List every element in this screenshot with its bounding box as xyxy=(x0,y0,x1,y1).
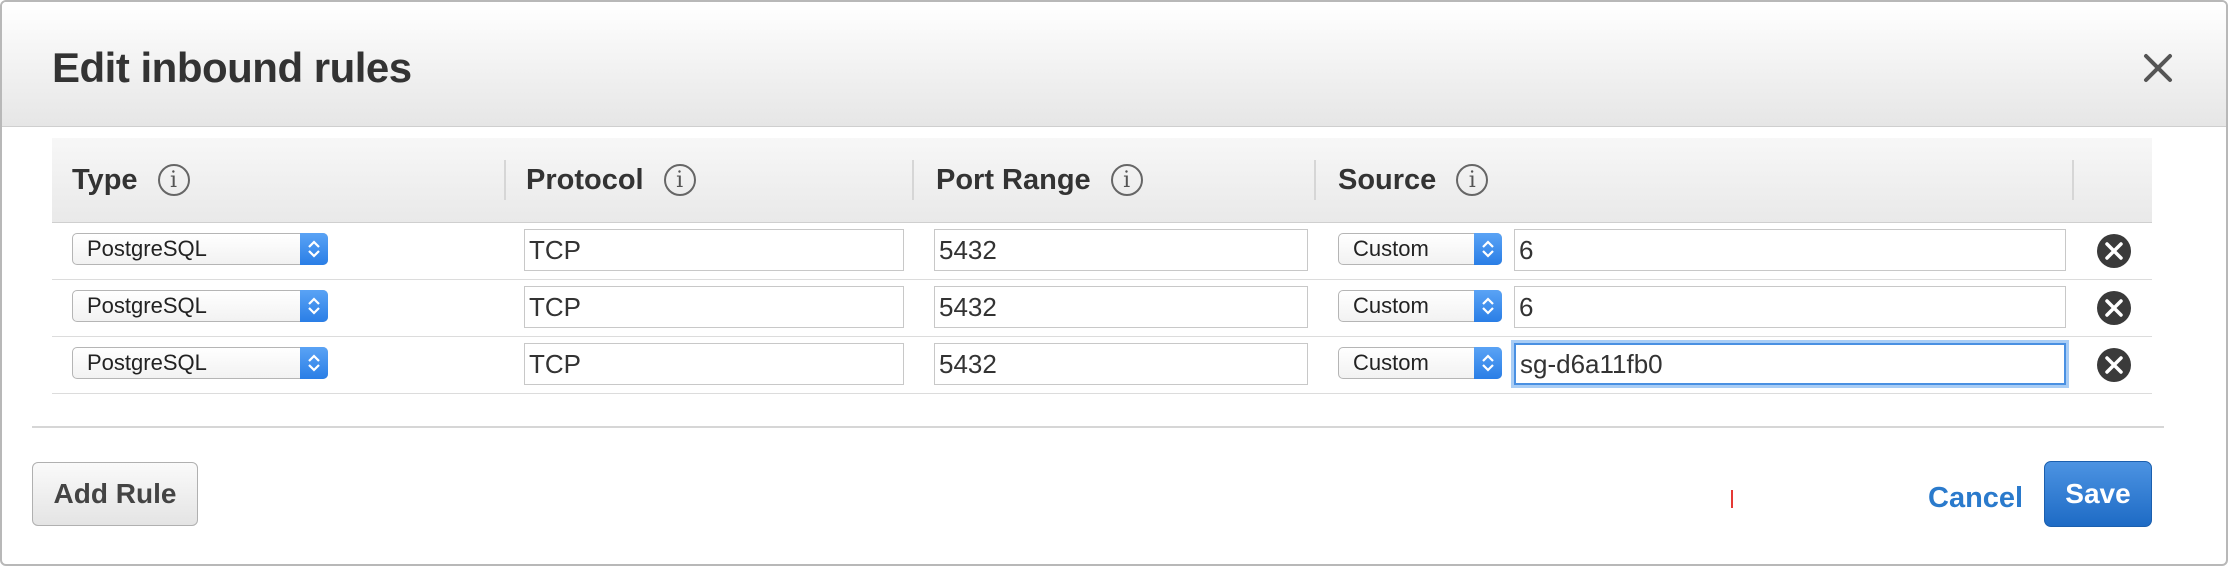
dialog-title: Edit inbound rules xyxy=(52,44,412,91)
protocol-field[interactable]: TCP xyxy=(524,343,904,385)
remove-icon xyxy=(2097,291,2131,325)
type-select[interactable]: PostgreSQL xyxy=(72,290,328,322)
column-label: Protocol xyxy=(526,163,644,196)
port-range-field[interactable]: 5432 xyxy=(934,229,1308,271)
source-type-select-value: Custom xyxy=(1353,236,1429,261)
type-select-value: PostgreSQL xyxy=(87,350,207,375)
column-divider xyxy=(504,160,506,200)
column-divider xyxy=(912,160,914,200)
source-type-select[interactable]: Custom xyxy=(1338,290,1502,322)
type-select[interactable]: PostgreSQL xyxy=(72,233,328,265)
add-rule-button[interactable]: Add Rule xyxy=(32,462,198,526)
column-header-protocol: Protocol i xyxy=(526,138,696,222)
select-arrows-icon xyxy=(1474,347,1502,379)
column-header-port-range: Port Range i xyxy=(936,138,1143,222)
select-arrows-icon xyxy=(1474,233,1502,265)
remove-rule-button[interactable] xyxy=(2096,290,2132,326)
column-label: Type xyxy=(72,163,138,196)
table-header: Type i Protocol i Port Range i Source i xyxy=(52,138,2152,223)
table-row: PostgreSQL TCP 5432 Custom 6 xyxy=(52,280,2152,337)
info-icon[interactable]: i xyxy=(1110,164,1143,196)
info-icon[interactable]: i xyxy=(157,164,190,196)
remove-icon xyxy=(2097,348,2131,382)
source-field[interactable]: 6 xyxy=(1514,229,2066,271)
column-header-type: Type i xyxy=(72,138,190,222)
column-label: Source xyxy=(1338,163,1437,196)
type-select-value: PostgreSQL xyxy=(87,293,207,318)
footer-divider xyxy=(32,426,2164,428)
rules-table: Type i Protocol i Port Range i Source i xyxy=(52,138,2152,394)
info-icon[interactable]: i xyxy=(663,164,696,196)
info-icon[interactable]: i xyxy=(1456,164,1489,196)
source-type-select-value: Custom xyxy=(1353,350,1429,375)
protocol-field[interactable]: TCP xyxy=(524,229,904,271)
source-type-select-value: Custom xyxy=(1353,293,1429,318)
close-icon xyxy=(2144,54,2172,82)
close-button[interactable] xyxy=(2140,50,2176,86)
port-range-field[interactable]: 5432 xyxy=(934,343,1308,385)
edit-inbound-rules-dialog: Edit inbound rules Type i Protocol i Por… xyxy=(0,0,2228,566)
type-select[interactable]: PostgreSQL xyxy=(72,347,328,379)
source-field[interactable]: 6 xyxy=(1514,286,2066,328)
column-label: Port Range xyxy=(936,163,1091,196)
column-divider xyxy=(1314,160,1316,200)
column-divider xyxy=(2072,160,2074,200)
save-button[interactable]: Save xyxy=(2044,461,2152,527)
select-arrows-icon xyxy=(300,290,328,322)
source-type-select[interactable]: Custom xyxy=(1338,233,1502,265)
select-arrows-icon xyxy=(1474,290,1502,322)
table-row: PostgreSQL TCP 5432 Custom sg-d6a11fb0 xyxy=(52,337,2152,394)
dialog-header: Edit inbound rules xyxy=(2,2,2226,127)
remove-rule-button[interactable] xyxy=(2096,347,2132,383)
column-header-source: Source i xyxy=(1338,138,1489,222)
cursor-marker xyxy=(1731,490,1733,508)
source-field[interactable]: sg-d6a11fb0 xyxy=(1514,343,2066,385)
select-arrows-icon xyxy=(300,347,328,379)
select-arrows-icon xyxy=(300,233,328,265)
remove-icon xyxy=(2097,234,2131,268)
port-range-field[interactable]: 5432 xyxy=(934,286,1308,328)
cancel-button[interactable]: Cancel xyxy=(1928,482,2023,515)
table-row: PostgreSQL TCP 5432 Custom 6 xyxy=(52,223,2152,280)
protocol-field[interactable]: TCP xyxy=(524,286,904,328)
type-select-value: PostgreSQL xyxy=(87,236,207,261)
source-type-select[interactable]: Custom xyxy=(1338,347,1502,379)
remove-rule-button[interactable] xyxy=(2096,233,2132,269)
